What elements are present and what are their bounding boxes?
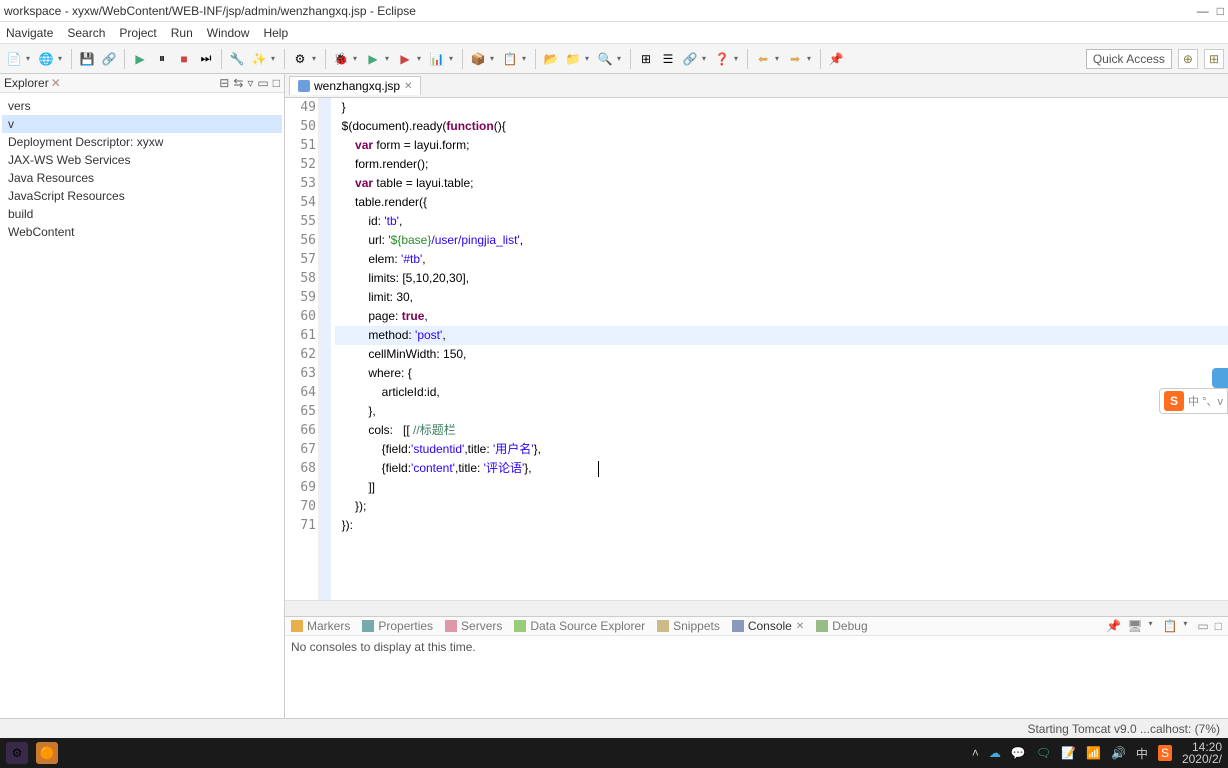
tray-wifi-icon[interactable]: 📶 <box>1086 746 1101 760</box>
grid-icon[interactable]: ⊞ <box>636 49 656 69</box>
tray-sogou-icon[interactable]: S <box>1158 745 1172 761</box>
taskbar: ⚙ 🟠 ˄ ☁ 💬 🗨 📝 📶 🔊 中 S 14:20 2020/2/ <box>0 738 1228 768</box>
tree-item[interactable]: build <box>2 205 282 223</box>
maximize-view-icon[interactable]: □ <box>273 76 280 90</box>
view-menu-icon[interactable]: ▿ <box>247 76 253 90</box>
close-tab-icon[interactable]: ✕ <box>404 81 412 92</box>
pin-icon[interactable]: 📌 <box>826 49 846 69</box>
minimize-view-icon[interactable]: ▭ <box>257 76 268 90</box>
new-cls-icon[interactable]: 📋 <box>500 49 520 69</box>
editor-tab[interactable]: wenzhangxq.jsp ✕ <box>289 76 421 95</box>
display-console-icon[interactable]: 🖥 <box>1127 619 1142 633</box>
open2-icon[interactable]: 📁 <box>563 49 583 69</box>
console-close-icon[interactable]: ✕ <box>796 621 804 632</box>
tree-item[interactable]: vers <box>2 97 282 115</box>
server-icon[interactable]: ⚙ <box>290 49 310 69</box>
tray-volume-icon[interactable]: 🔊 <box>1111 746 1126 760</box>
explorer-title: Explorer <box>4 76 49 90</box>
tab-console[interactable]: Console ✕ <box>732 619 804 633</box>
open-icon[interactable]: 📂 <box>541 49 561 69</box>
status-text: Starting Tomcat v9.0 ...calhost: (7%) <box>1027 722 1220 736</box>
menu-navigate[interactable]: Navigate <box>6 26 53 40</box>
minimize-button[interactable]: — <box>1197 4 1209 18</box>
tab-markers[interactable]: Markers <box>291 619 350 633</box>
back-icon[interactable]: ⬅ <box>753 49 773 69</box>
explorer-tree[interactable]: vers v Deployment Descriptor: xyxw JAX-W… <box>0 93 284 245</box>
tray-ime-icon[interactable]: 中 <box>1136 745 1148 762</box>
new-pkg-icon[interactable]: 📦 <box>468 49 488 69</box>
main-toolbar: 📄▾ 🌐▾ 💾 🔗 ▶ ⏸ ■ ⏭ 🔧 ✨▾ ⚙▾ 🐞▾ ▶▾ ▶▾ 📊▾ 📦▾… <box>0 44 1228 74</box>
taskbar-app-1[interactable]: ⚙ <box>6 742 28 764</box>
save-icon[interactable]: 💾 <box>77 49 97 69</box>
collapse-icon[interactable]: ⊟ <box>219 76 229 90</box>
new-icon[interactable]: 📄 <box>4 49 24 69</box>
tree-item[interactable]: Java Resources <box>2 169 282 187</box>
tray-note-icon[interactable]: 📝 <box>1061 746 1076 760</box>
status-bar: Starting Tomcat v9.0 ...calhost: (7%) <box>0 718 1228 738</box>
ime-float[interactable]: S 中 °、v <box>1159 388 1228 414</box>
quick-access[interactable]: Quick Access <box>1086 49 1172 69</box>
profile-icon[interactable]: 📊 <box>427 49 447 69</box>
tab-servers[interactable]: Servers <box>445 619 502 633</box>
tab-label: wenzhangxq.jsp <box>314 79 400 93</box>
menu-search[interactable]: Search <box>67 26 105 40</box>
link2-icon[interactable]: 🔗 <box>680 49 700 69</box>
horizontal-scrollbar[interactable] <box>285 600 1228 616</box>
link-editor-icon[interactable]: ⇆ <box>233 76 243 90</box>
taskbar-clock[interactable]: 14:20 2020/2/ <box>1182 741 1222 765</box>
run-icon[interactable]: ▶ <box>363 49 383 69</box>
perspective-icon[interactable]: ⊞ <box>1204 49 1224 69</box>
tab-debug[interactable]: Debug <box>816 619 867 633</box>
fwd-icon[interactable]: ➡ <box>785 49 805 69</box>
menu-project[interactable]: Project <box>119 26 156 40</box>
stop-icon[interactable]: ■ <box>174 49 194 69</box>
title-bar: workspace - xyxw/WebContent/WEB-INF/jsp/… <box>0 0 1228 22</box>
play-icon[interactable]: ▶ <box>130 49 150 69</box>
tree-item[interactable]: WebContent <box>2 223 282 241</box>
tab-snippets[interactable]: Snippets <box>657 619 720 633</box>
code-editor[interactable]: 4950515253545556575859606162636465666768… <box>285 98 1228 600</box>
tree-item[interactable]: Deployment Descriptor: xyxw <box>2 133 282 151</box>
show-icon[interactable]: 🌐 <box>36 49 56 69</box>
tool-icon[interactable]: 🔧 <box>227 49 247 69</box>
tree-item[interactable]: JAX-WS Web Services <box>2 151 282 169</box>
menu-help[interactable]: Help <box>263 26 288 40</box>
window-title: workspace - xyxw/WebContent/WEB-INF/jsp/… <box>4 4 416 18</box>
jsp-file-icon <box>298 80 310 92</box>
project-explorer: Explorer ✕ ⊟ ⇆ ▿ ▭ □ vers v Deployment D… <box>0 74 285 746</box>
ime-mode-text: 中 °、v <box>1188 393 1223 409</box>
tray-wechat-icon[interactable]: 🗨 <box>1036 746 1051 760</box>
tray-chevron-icon[interactable]: ˄ <box>972 746 979 760</box>
menu-window[interactable]: Window <box>207 26 250 40</box>
filter-icon[interactable]: ☰ <box>658 49 678 69</box>
tree-item-selected[interactable]: v <box>2 115 282 133</box>
editor-area: wenzhangxq.jsp ✕ 49505152535455565758596… <box>285 74 1228 746</box>
max-console-icon[interactable]: □ <box>1215 619 1222 633</box>
min-console-icon[interactable]: ▭ <box>1197 619 1208 633</box>
tray-cloud-icon[interactable]: ☁ <box>989 746 1001 760</box>
side-tab[interactable] <box>1212 368 1228 388</box>
tree-item[interactable]: JavaScript Resources <box>2 187 282 205</box>
run-ext-icon[interactable]: ▶ <box>395 49 415 69</box>
tab-datasource[interactable]: Data Source Explorer <box>514 619 645 633</box>
help-icon[interactable]: ❓ <box>712 49 732 69</box>
maximize-button[interactable]: □ <box>1217 4 1224 18</box>
menu-run[interactable]: Run <box>171 26 193 40</box>
tray-chat-icon[interactable]: 💬 <box>1011 746 1026 760</box>
new-console-icon[interactable]: 📋 <box>1162 619 1177 633</box>
debug-icon[interactable]: 🐞 <box>331 49 351 69</box>
pin-console-icon[interactable]: 📌 <box>1106 619 1121 633</box>
skip-icon[interactable]: ⏭ <box>196 49 216 69</box>
perspective-jee-icon[interactable]: ⊕ <box>1178 49 1198 69</box>
link-icon[interactable]: 🔗 <box>99 49 119 69</box>
search2-icon[interactable]: 🔍 <box>595 49 615 69</box>
explorer-close-icon[interactable]: ✕ <box>51 76 61 90</box>
window-controls: — □ <box>1197 4 1224 18</box>
wand-icon[interactable]: ✨ <box>249 49 269 69</box>
taskbar-app-2[interactable]: 🟠 <box>36 742 58 764</box>
tab-properties[interactable]: Properties <box>362 619 433 633</box>
menu-bar: Navigate Search Project Run Window Help <box>0 22 1228 44</box>
ime-logo-icon: S <box>1164 391 1184 411</box>
pause-icon[interactable]: ⏸ <box>152 49 172 69</box>
